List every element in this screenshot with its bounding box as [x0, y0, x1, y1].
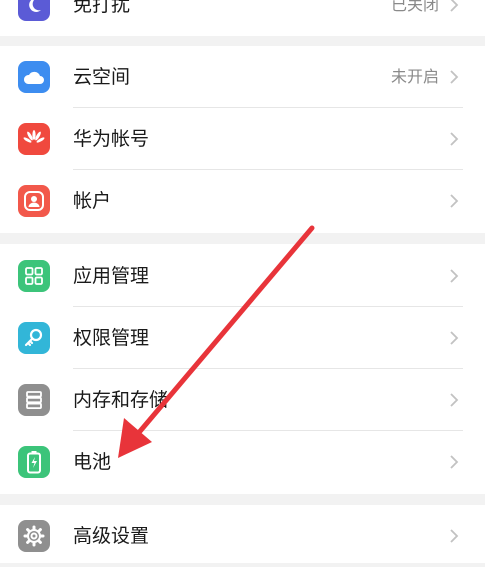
key-icon	[18, 322, 50, 354]
row-value: 已关闭	[390, 0, 439, 14]
settings-group-apps: 应用管理 权限管理 内存和存储 电池	[0, 244, 485, 494]
gear-icon	[18, 520, 50, 552]
row-label: 电池	[73, 451, 112, 473]
chevron-right-icon	[450, 529, 459, 543]
row-label: 权限管理	[73, 327, 150, 349]
settings-row-do-not-disturb[interactable]: 免打扰 已关闭	[0, 0, 485, 36]
row-label: 免打扰	[73, 0, 131, 16]
settings-row-advanced-settings[interactable]: 高级设置	[0, 505, 485, 567]
chevron-right-icon	[450, 331, 459, 345]
apps-grid-icon	[18, 260, 50, 292]
battery-icon	[18, 446, 50, 478]
huawei-logo-icon	[18, 123, 50, 155]
settings-row-cloud[interactable]: 云空间 未开启	[0, 46, 485, 108]
chevron-right-icon	[450, 132, 459, 146]
settings-group-advanced: 高级设置	[0, 505, 485, 563]
row-label: 云空间	[73, 66, 131, 88]
settings-row-permission-management[interactable]: 权限管理	[0, 307, 485, 369]
settings-row-memory-storage[interactable]: 内存和存储	[0, 369, 485, 431]
settings-group-dnd: 免打扰 已关闭	[0, 0, 485, 36]
cloud-icon	[18, 61, 50, 93]
settings-row-huawei-id[interactable]: 华为帐号	[0, 108, 485, 170]
settings-group-account: 云空间 未开启 华为帐号 帐户	[0, 46, 485, 233]
row-value: 未开启	[390, 67, 439, 86]
row-label: 高级设置	[73, 525, 150, 547]
chevron-right-icon	[450, 70, 459, 84]
chevron-right-icon	[450, 269, 459, 283]
chevron-right-icon	[450, 393, 459, 407]
settings-row-app-management[interactable]: 应用管理	[0, 245, 485, 307]
moon-icon	[18, 0, 50, 21]
settings-row-battery[interactable]: 电池	[0, 431, 485, 493]
user-icon	[18, 185, 50, 217]
chevron-right-icon	[450, 194, 459, 208]
row-label: 帐户	[73, 190, 112, 212]
row-label: 华为帐号	[73, 128, 150, 150]
settings-row-accounts[interactable]: 帐户	[0, 170, 485, 232]
row-label: 内存和存储	[73, 389, 169, 411]
chevron-right-icon	[450, 0, 459, 12]
chevron-right-icon	[450, 455, 459, 469]
storage-icon	[18, 384, 50, 416]
row-label: 应用管理	[73, 265, 150, 287]
